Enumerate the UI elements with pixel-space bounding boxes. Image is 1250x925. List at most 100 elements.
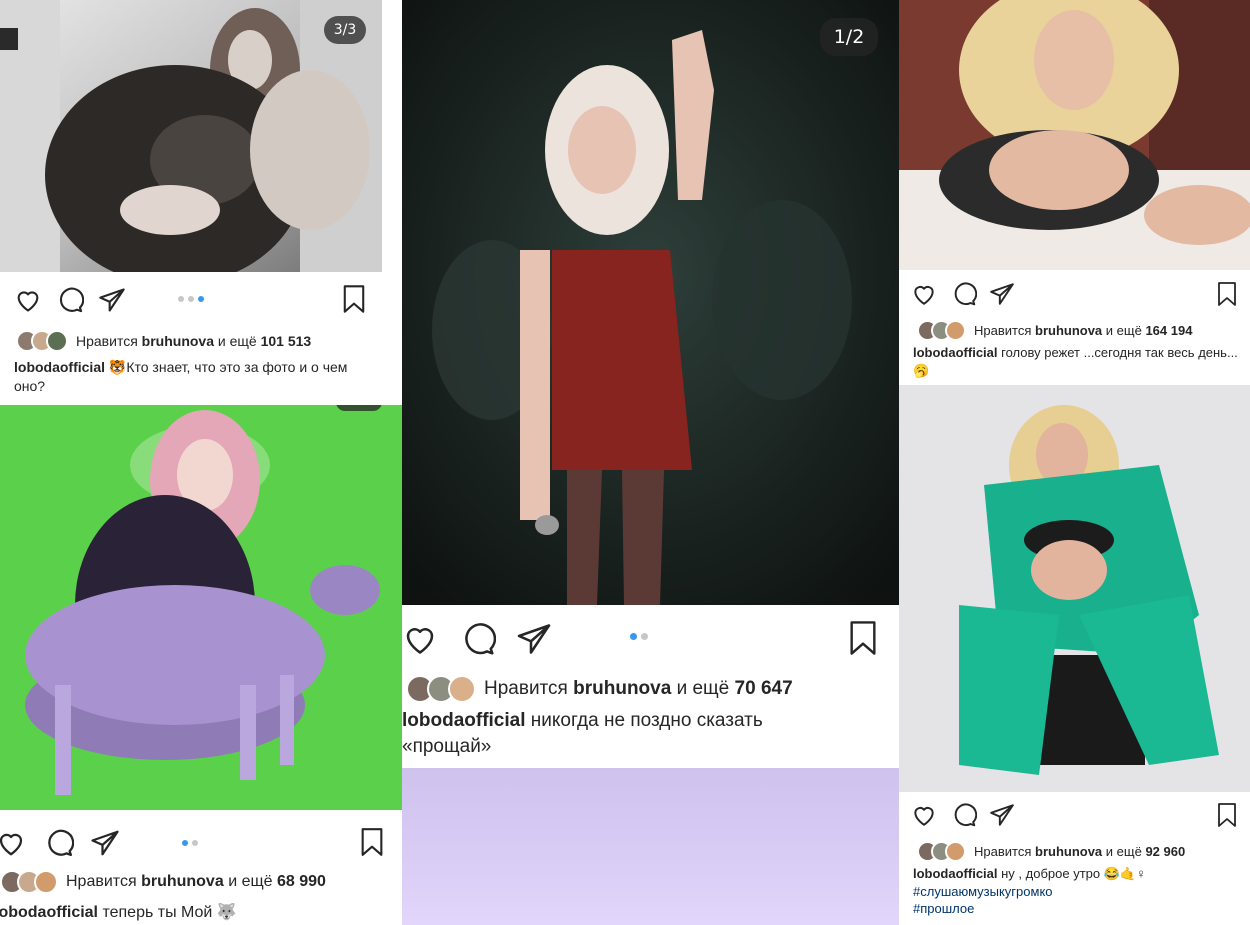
caption-text: голову режет ...сегодня так весь день...: [1001, 345, 1238, 360]
carousel-dots: [178, 296, 204, 302]
avatar[interactable]: [945, 320, 966, 341]
caption-username[interactable]: lobodaofficial: [913, 345, 998, 360]
caption-emoji: 🐺: [216, 904, 237, 921]
likes-prefix: Нравится: [974, 323, 1032, 338]
avatar[interactable]: [46, 330, 68, 352]
share-icon[interactable]: [989, 281, 1015, 307]
liked-by-username[interactable]: bruhunova: [142, 333, 214, 349]
bookmark-icon[interactable]: [1215, 801, 1239, 829]
heart-icon[interactable]: [14, 286, 42, 314]
post-photo[interactable]: [899, 385, 1250, 792]
liker-avatars: [917, 841, 966, 862]
likes-mid: и ещё: [1105, 323, 1142, 338]
post-caption: lobodaofficial голову режет ...сегодня т…: [913, 344, 1238, 379]
comment-icon[interactable]: [951, 281, 977, 307]
caption-username[interactable]: lobodaofficial: [402, 710, 526, 731]
caption-username[interactable]: lobodaofficial: [0, 904, 98, 921]
carousel-dot: [641, 633, 648, 640]
carousel-dot-active: [198, 296, 204, 302]
caption-emoji: 😂🤙♀: [1103, 866, 1146, 881]
caption-text: ну , доброе утро: [1001, 866, 1101, 881]
carousel-dot: [178, 296, 184, 302]
share-icon[interactable]: [989, 802, 1015, 828]
liked-by-username[interactable]: bruhunova: [1035, 844, 1102, 859]
comment-icon[interactable]: [460, 621, 496, 657]
share-icon[interactable]: [98, 286, 126, 314]
carousel-dot-active: [182, 840, 188, 846]
likes-count[interactable]: 101 513: [261, 333, 312, 349]
carousel-counter: 1/2: [820, 18, 878, 56]
likes-count[interactable]: 92 960: [1145, 844, 1185, 859]
bookmark-icon[interactable]: [1215, 280, 1239, 308]
liked-by-username[interactable]: bruhunova: [573, 678, 671, 700]
likes-line: Нравится bruhunova и ещё 70 647: [406, 675, 793, 703]
lavender-background: [402, 768, 899, 925]
post-action-bar: [402, 605, 899, 670]
likes-line: Нравится bruhunova и ещё 68 990: [0, 870, 326, 894]
liked-by-username[interactable]: bruhunova: [1035, 323, 1102, 338]
likes-mid: и ещё: [1105, 844, 1142, 859]
post-action-bar: [899, 792, 1250, 840]
post-caption: lobodaofficial теперь ты Мой 🐺: [0, 902, 394, 924]
heart-icon[interactable]: [0, 828, 26, 858]
post-caption: lobodaofficial никогда не поздно сказать…: [402, 708, 822, 759]
post-photo[interactable]: [0, 0, 382, 272]
liker-avatars: [16, 330, 68, 352]
likes-line: Нравится bruhunova и ещё 92 960: [917, 841, 1185, 862]
post-top-left: 3/3 Нравится bruhunova и ещё 101 513 lob…: [0, 0, 382, 405]
bookmark-icon[interactable]: [358, 826, 386, 858]
likes-count[interactable]: 68 990: [277, 873, 326, 891]
post-bottom-right: Нравится bruhunova и ещё 92 960 lobodaof…: [899, 385, 1250, 925]
liker-avatars: [0, 870, 58, 894]
post-photo[interactable]: [402, 0, 899, 605]
likes-mid: и ещё: [228, 873, 273, 890]
post-bottom-left: Нравится bruhunova и ещё 68 990 lobodaof…: [0, 405, 402, 925]
carousel-dot: [188, 296, 194, 302]
caption-text: теперь ты Мой: [102, 904, 213, 921]
heart-icon[interactable]: [402, 621, 438, 657]
hashtag-link[interactable]: #слушаюмузыкугромко: [913, 884, 1053, 899]
carousel-dots: [630, 633, 648, 640]
avatar[interactable]: [448, 675, 476, 703]
post-action-bar: [0, 272, 382, 328]
comment-icon[interactable]: [56, 286, 84, 314]
likes-prefix: Нравится: [484, 678, 568, 699]
avatar[interactable]: [34, 870, 58, 894]
carousel-counter: 3/3: [324, 16, 366, 44]
post-top-right: Нравится bruhunova и ещё 164 194 lobodao…: [899, 0, 1250, 385]
likes-line: Нравится bruhunova и ещё 101 513: [16, 330, 311, 352]
bookmark-icon[interactable]: [340, 284, 368, 314]
liked-by-username[interactable]: bruhunova: [141, 873, 224, 891]
likes-mid: и ещё: [676, 678, 730, 699]
comment-icon[interactable]: [44, 828, 74, 858]
likes-mid: и ещё: [217, 333, 257, 349]
carousel-counter: [336, 405, 382, 411]
share-icon[interactable]: [90, 828, 120, 858]
post-action-bar: [0, 810, 402, 870]
post-caption: lobodaofficial ну , доброе утро 😂🤙♀ #слу…: [913, 865, 1238, 918]
carousel-dots: [182, 840, 198, 846]
comment-icon[interactable]: [951, 802, 977, 828]
likes-prefix: Нравится: [974, 844, 1032, 859]
post-action-bar: [899, 270, 1250, 318]
likes-count[interactable]: 164 194: [1145, 323, 1192, 338]
heart-icon[interactable]: [911, 281, 937, 307]
liker-avatars: [406, 675, 476, 703]
hashtag-link[interactable]: #прошлое: [913, 901, 974, 916]
post-photo[interactable]: [0, 405, 402, 810]
caption-username[interactable]: lobodaofficial: [913, 866, 998, 881]
post-photo[interactable]: [899, 0, 1250, 270]
likes-prefix: Нравится: [76, 333, 138, 349]
carousel-dot: [192, 840, 198, 846]
likes-line: Нравится bruhunova и ещё 164 194: [917, 320, 1192, 341]
caption-emoji: 🥱: [913, 362, 930, 378]
likes-prefix: Нравится: [66, 873, 137, 890]
caption-username[interactable]: lobodaofficial: [14, 359, 105, 375]
heart-icon[interactable]: [911, 802, 937, 828]
carousel-dot-active: [630, 633, 637, 640]
avatar[interactable]: [945, 841, 966, 862]
bookmark-icon[interactable]: [846, 619, 880, 657]
caption-emoji: 🐯: [108, 359, 127, 375]
likes-count[interactable]: 70 647: [735, 678, 793, 700]
share-icon[interactable]: [516, 621, 552, 657]
